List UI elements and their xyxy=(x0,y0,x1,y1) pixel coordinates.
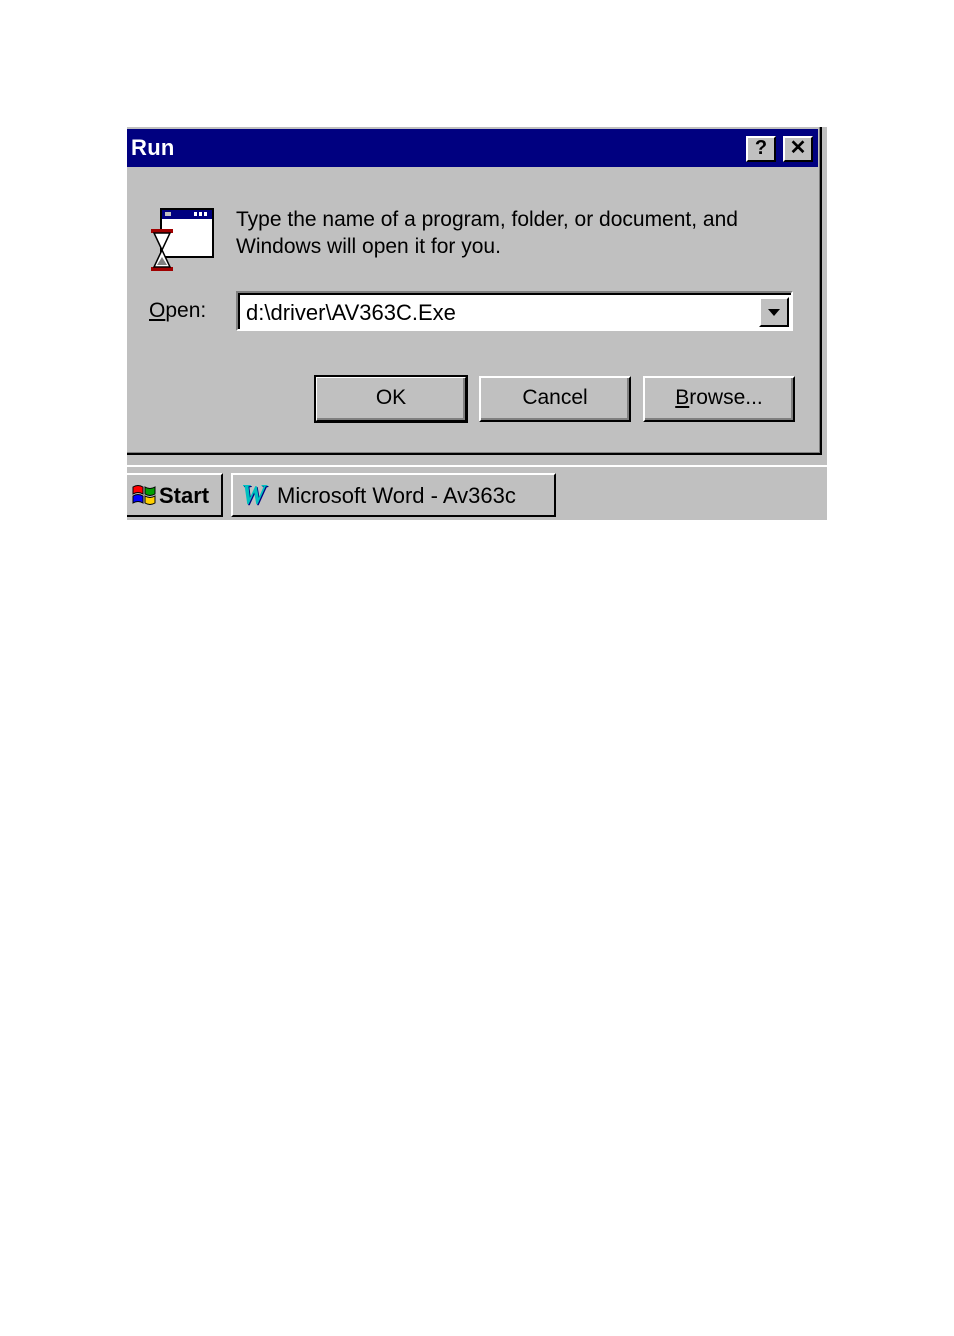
start-button[interactable]: Start xyxy=(127,473,223,517)
dialog-description: Type the name of a program, folder, or d… xyxy=(236,208,738,258)
windows-logo-icon xyxy=(132,485,156,505)
screenshot-region: Run ? ✕ Type the name of a program, fold… xyxy=(127,127,827,520)
run-program-icon xyxy=(151,208,214,271)
open-combobox-frame: d:\driver\AV363C.Exe xyxy=(238,293,791,329)
help-icon: ? xyxy=(754,137,768,159)
ok-button[interactable]: OK xyxy=(314,375,468,423)
cancel-button[interactable]: Cancel xyxy=(479,376,631,422)
run-dialog: Run ? ✕ Type the name of a program, fold… xyxy=(127,127,822,455)
title-bar[interactable]: Run ? ✕ xyxy=(127,129,818,167)
close-icon: ✕ xyxy=(789,137,807,159)
open-combobox[interactable]: d:\driver\AV363C.Exe xyxy=(236,291,793,331)
open-label: Open: xyxy=(149,299,206,323)
taskbar-item-microsoft-word[interactable]: W Microsoft Word - Av363c xyxy=(231,473,556,517)
taskbar-item-label: Microsoft Word - Av363c xyxy=(277,483,516,508)
browse-label: rowse... xyxy=(689,386,763,409)
open-label-text: pen: xyxy=(165,299,207,322)
browse-accelerator: B xyxy=(675,386,690,409)
chevron-down-icon[interactable] xyxy=(759,297,789,327)
help-button[interactable]: ? xyxy=(746,136,776,162)
window-title: Run xyxy=(131,135,175,160)
word-icon: W xyxy=(241,480,266,511)
start-label: Start xyxy=(159,483,210,508)
open-label-accelerator: O xyxy=(149,299,166,322)
open-input[interactable]: d:\driver\AV363C.Exe xyxy=(246,300,456,326)
taskbar: Start W Microsoft Word - Av363c xyxy=(127,465,827,520)
browse-button[interactable]: Browse... xyxy=(643,376,795,422)
close-button[interactable]: ✕ xyxy=(783,136,813,162)
